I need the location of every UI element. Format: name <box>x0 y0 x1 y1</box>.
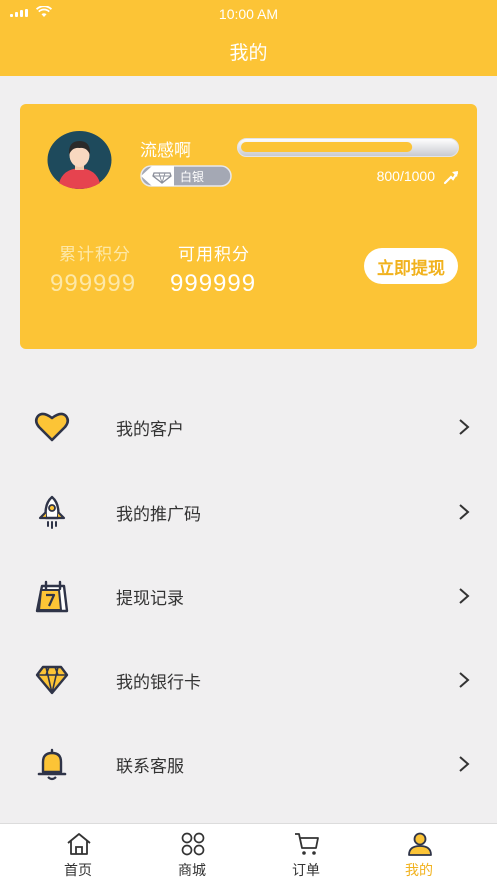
menu-item-customer-service[interactable]: 联系客服 <box>0 734 497 794</box>
level-name: 白银 <box>180 170 205 184</box>
chevron-right-icon <box>459 504 470 520</box>
chevron-right-icon <box>459 756 470 772</box>
trend-up-icon <box>443 171 459 185</box>
chevron-right-icon <box>459 419 470 435</box>
tab-label: 订单 <box>292 863 320 879</box>
tab-label: 商城 <box>178 863 206 879</box>
status-bar: 10:00 AM <box>0 0 497 28</box>
menu-label: 联系客服 <box>116 757 184 777</box>
diamond-icon <box>35 665 69 695</box>
tab-orders[interactable]: 订单 <box>244 824 368 883</box>
menu-label: 我的推广码 <box>116 505 201 525</box>
bell-icon <box>37 748 67 781</box>
home-icon <box>67 833 91 855</box>
tab-label: 首页 <box>64 863 92 879</box>
tab-mine[interactable]: 我的 <box>357 824 481 883</box>
menu-label: 提现记录 <box>116 589 184 609</box>
tab-bar: 首页 商城 订单 我的 <box>0 823 497 883</box>
grid-icon <box>181 832 205 856</box>
status-time: 10:00 AM <box>218 6 279 22</box>
accumulated-points-label: 累计积分 <box>59 245 131 265</box>
profile-card: 流感啊 白银 800/1000 累计积分 可用积分 999999 999999 … <box>20 104 477 349</box>
chevron-right-icon <box>459 588 470 604</box>
tab-label: 我的 <box>405 863 433 879</box>
menu-item-promo-code[interactable]: 我的推广码 <box>0 482 497 542</box>
page-title: 我的 <box>229 42 268 64</box>
calendar-icon <box>35 580 69 613</box>
cart-icon <box>295 833 319 855</box>
rocket-icon <box>38 495 66 529</box>
user-icon <box>408 832 432 856</box>
level-progress-bar <box>237 138 459 157</box>
tab-mall[interactable]: 商城 <box>130 824 254 883</box>
available-points-value: 999999 <box>170 270 257 297</box>
menu-item-my-customers[interactable]: 我的客户 <box>0 397 497 457</box>
progress-text: 800/1000 <box>376 168 435 184</box>
withdraw-button[interactable]: 立即提现 <box>364 248 458 284</box>
menu-label: 我的客户 <box>116 420 184 440</box>
heart-icon <box>34 412 70 442</box>
chevron-right-icon <box>459 672 470 688</box>
accumulated-points-value: 999999 <box>50 270 137 297</box>
menu-item-bank-card[interactable]: 我的银行卡 <box>0 650 497 710</box>
tab-home[interactable]: 首页 <box>16 824 140 883</box>
username: 流感啊 <box>140 141 191 161</box>
avatar[interactable] <box>47 131 112 189</box>
available-points-label: 可用积分 <box>178 245 250 265</box>
nav-bar: 我的 <box>0 28 497 76</box>
menu-label: 我的银行卡 <box>116 673 201 693</box>
menu-item-withdraw-records[interactable]: 提现记录 <box>0 566 497 626</box>
